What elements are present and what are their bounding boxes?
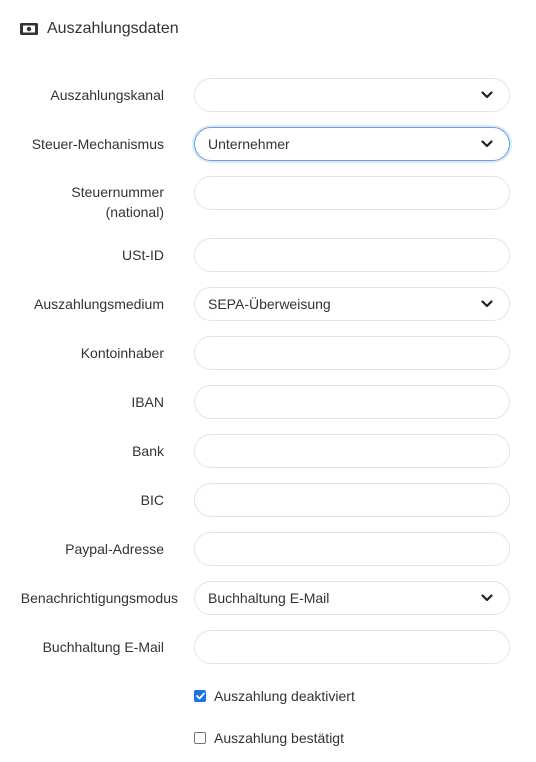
chevron-down-icon [480, 88, 494, 102]
auszahlung-deaktiviert-label: Auszahlung deaktiviert [214, 688, 355, 704]
auszahlungsmedium-select[interactable]: SEPA-Überweisung [194, 287, 510, 321]
kontoinhaber-label: Kontoinhaber [80, 345, 164, 361]
auszahlung-bestaetigt-checkbox[interactable]: Auszahlung bestätigt [194, 729, 344, 747]
paypal-input[interactable] [194, 532, 510, 566]
buchhaltung-email-label: Buchhaltung E-Mail [42, 639, 164, 655]
paypal-label: Paypal-Adresse [65, 541, 164, 557]
auszahlungskanal-select[interactable] [194, 78, 510, 112]
bic-label: BIC [140, 492, 164, 508]
ustid-input[interactable] [194, 238, 510, 272]
auszahlungskanal-label: Auszahlungskanal [50, 87, 164, 103]
auszahlungsmedium-value: SEPA-Überweisung [208, 296, 331, 312]
steuer-mechanismus-select[interactable]: Unternehmer [194, 127, 510, 161]
auszahlungsmedium-label: Auszahlungsmedium [34, 296, 164, 312]
benachrichtigungsmodus-select[interactable]: Buchhaltung E-Mail [194, 581, 510, 615]
benachrichtigungsmodus-label: Benachrichtigungsmodus [20, 590, 178, 606]
auszahlung-deaktiviert-checkbox[interactable]: Auszahlung deaktiviert [194, 687, 355, 705]
bank-input[interactable] [194, 434, 510, 468]
bank-label: Bank [132, 443, 164, 459]
section-title: Auszahlungsdaten [47, 20, 179, 37]
steuernummer-input[interactable] [194, 176, 510, 210]
money-icon [20, 23, 38, 35]
checkbox-checked-icon[interactable] [194, 690, 206, 702]
checkbox-unchecked-icon[interactable] [194, 732, 206, 744]
benachrichtigungsmodus-value: Buchhaltung E-Mail [208, 590, 330, 606]
steuernummer-label: Steuernummer (national) [71, 184, 164, 220]
steuer-mechanismus-value: Unternehmer [208, 136, 290, 152]
auszahlung-bestaetigt-label: Auszahlung bestätigt [214, 730, 344, 746]
iban-label: IBAN [131, 394, 164, 410]
kontoinhaber-input[interactable] [194, 336, 510, 370]
chevron-down-icon [480, 297, 494, 311]
ustid-label: USt-ID [122, 247, 164, 263]
chevron-down-icon [480, 591, 494, 605]
bic-input[interactable] [194, 483, 510, 517]
section-header: Auszahlungsdaten [20, 18, 179, 40]
chevron-down-icon [480, 137, 494, 151]
buchhaltung-email-input[interactable] [194, 630, 510, 664]
steuer-mechanismus-label: Steuer-Mechanismus [31, 136, 164, 152]
iban-input[interactable] [194, 385, 510, 419]
